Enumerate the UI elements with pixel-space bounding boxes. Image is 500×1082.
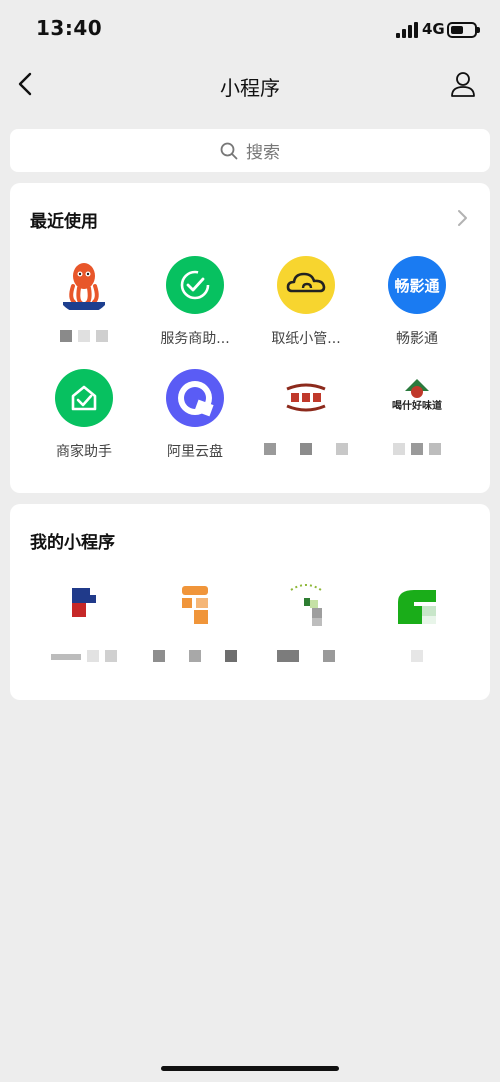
app-item[interactable]: 喝什好味道 [361,369,473,455]
app-label: 商家助手 [56,444,112,460]
app-label: 阿里云盘 [167,444,223,460]
search-bar[interactable]: 搜索 [10,129,490,172]
network-type: 4G [422,20,445,38]
app-label: 取纸小管... [271,331,341,347]
battery-icon [447,22,480,38]
app-item[interactable]: 商家助手 [28,369,140,460]
app-item[interactable] [28,576,140,662]
food-brand-logo: 喝什好味道 [388,369,446,427]
green-leaf-logo [277,576,335,634]
chevron-right-icon [458,210,467,226]
blurred-label [361,443,473,455]
check-circle-icon [166,256,224,314]
app-item[interactable]: 取纸小管... [250,256,362,347]
pattern-logo-icon [277,369,335,427]
app-item[interactable] [139,576,251,662]
my-section: 我的小程序 [10,504,490,700]
page-title: 小程序 [220,76,280,100]
app-item[interactable]: 阿里云盘 [139,369,251,460]
app-label: 畅影通 [396,331,438,347]
recent-section: 最近使用 服务商助... 取纸小管... 畅影通 畅影通 商家助手 阿里云盘 喝… [10,183,490,493]
green-house-logo [388,576,446,634]
user-icon [451,72,475,97]
section-title-recent: 最近使用 [30,212,98,232]
search-placeholder: 搜索 [246,143,280,163]
aliyun-drive-icon [166,369,224,427]
svg-text:喝什好味道: 喝什好味道 [392,399,442,412]
status-bar: 13:40 4G [0,0,500,60]
search-icon [220,142,238,159]
cloud-icon [277,256,335,314]
orange-block-logo [166,576,224,634]
app-label: 服务商助... [160,331,230,347]
blurred-label [361,650,473,662]
octopus-mascot-icon [55,256,113,314]
blurred-label [28,330,140,342]
blue-red-logo [55,576,113,634]
signal-icon [396,22,418,38]
svg-text:畅影通: 畅影通 [394,277,439,295]
shop-check-icon [55,369,113,427]
profile-button[interactable] [448,68,478,100]
app-item[interactable] [250,369,362,455]
section-title-mine: 我的小程序 [30,533,115,553]
more-button[interactable] [454,209,470,227]
blurred-label [139,650,251,662]
home-indicator[interactable] [161,1066,339,1071]
blurred-label [250,650,362,662]
blurred-label [28,650,140,662]
changyingtong-logo: 畅影通 [388,256,446,314]
app-item[interactable] [28,256,140,342]
nav-bar: 小程序 [0,60,500,108]
blurred-label [250,443,362,455]
app-item[interactable] [250,576,362,662]
app-item[interactable]: 畅影通 畅影通 [361,256,473,347]
app-item[interactable]: 服务商助... [139,256,251,347]
app-item[interactable] [361,576,473,662]
status-time: 13:40 [36,16,103,40]
